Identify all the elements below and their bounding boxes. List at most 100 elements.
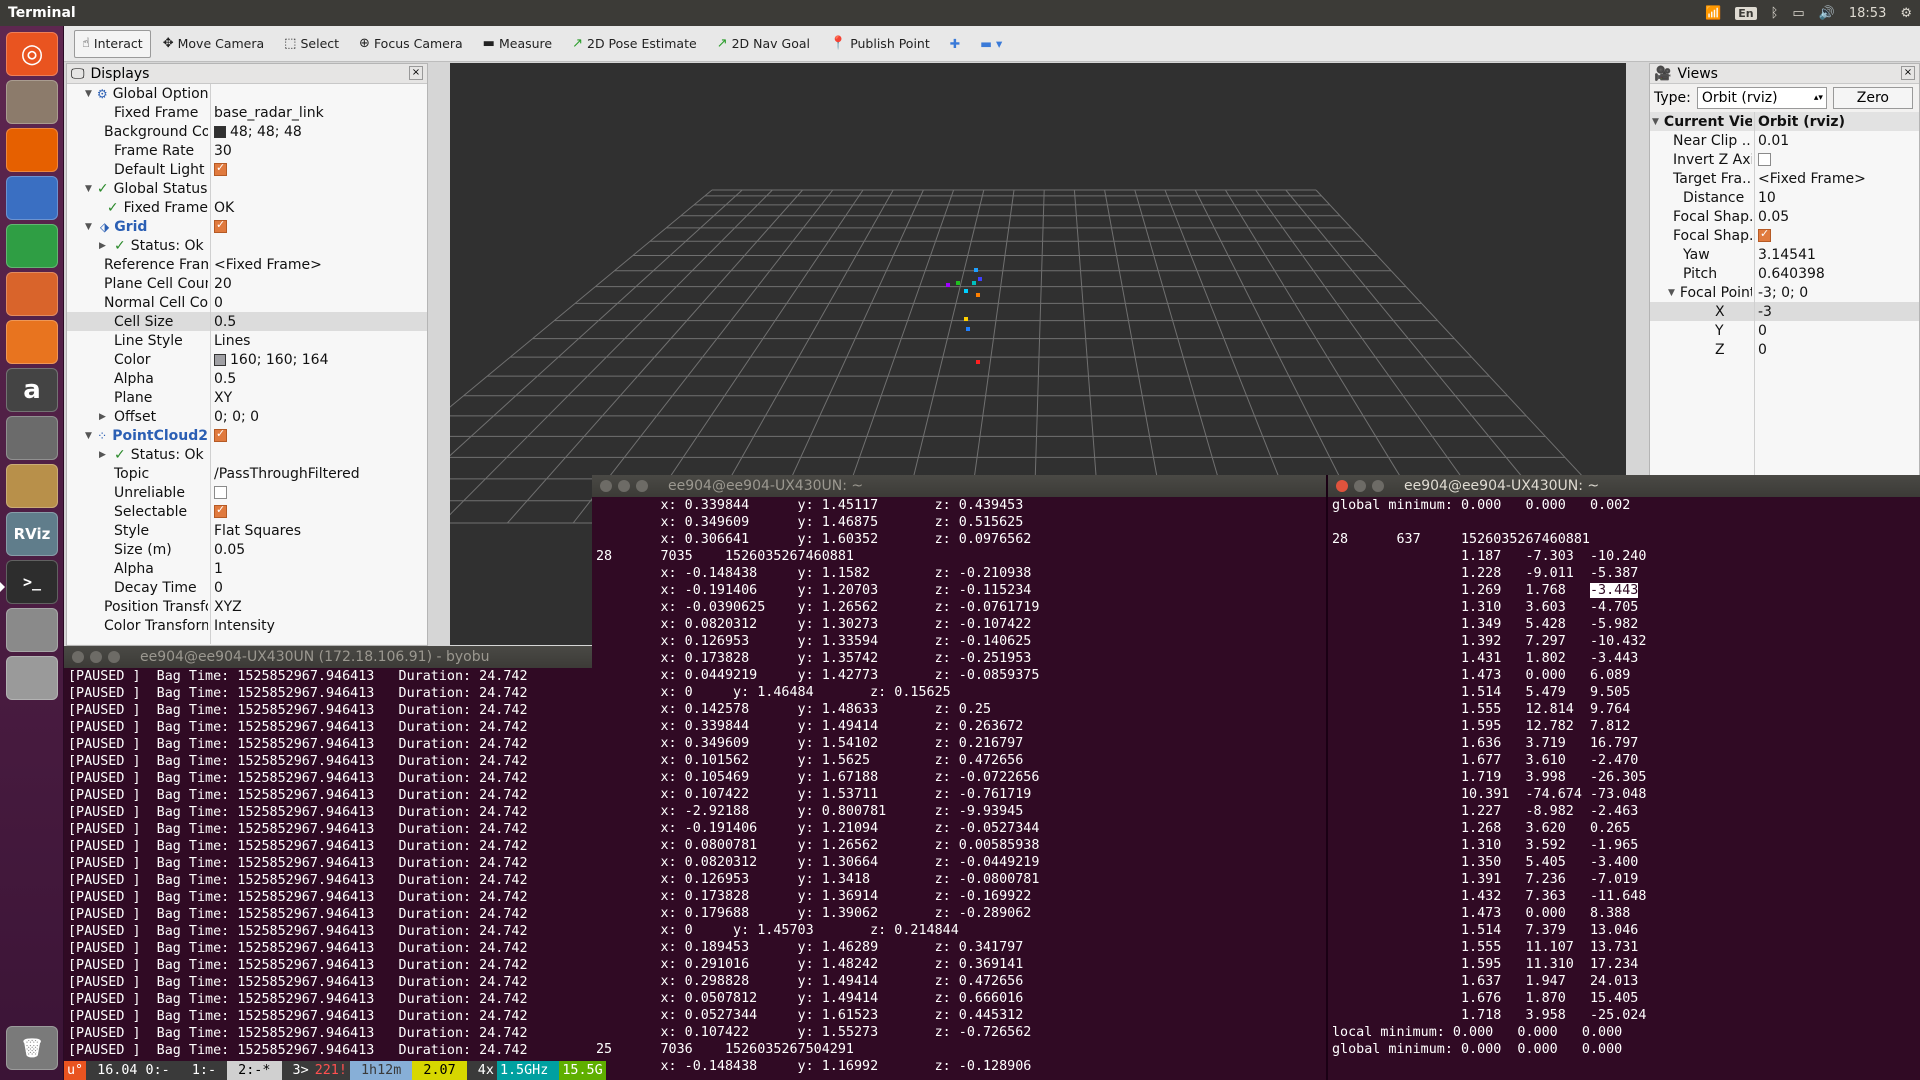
property-row[interactable]: Style Flat Squares bbox=[67, 521, 427, 540]
property-value[interactable]: 0.5 bbox=[214, 371, 425, 387]
close-icon[interactable] bbox=[72, 651, 84, 663]
property-value[interactable] bbox=[1758, 153, 1917, 166]
files-icon[interactable] bbox=[6, 80, 58, 124]
calc-icon[interactable] bbox=[6, 224, 58, 268]
property-value[interactable]: 3.14541 bbox=[1758, 247, 1917, 263]
property-value[interactable]: 20 bbox=[214, 276, 425, 292]
remove-tool-button[interactable]: ▬ ▾ bbox=[972, 30, 1010, 58]
checkbox-checked[interactable] bbox=[1758, 229, 1771, 242]
property-row[interactable]: ▶ ✓ Status: Ok bbox=[67, 236, 427, 255]
property-value[interactable]: 0 bbox=[1758, 342, 1917, 358]
property-value[interactable]: 0 bbox=[1758, 323, 1917, 339]
property-value[interactable]: 10 bbox=[1758, 190, 1917, 206]
property-row[interactable]: Focal Shap... bbox=[1650, 226, 1919, 245]
tool-2d-pose-estimate[interactable]: ↗ 2D Pose Estimate bbox=[564, 30, 705, 58]
property-row[interactable]: Color 160; 160; 164 bbox=[67, 350, 427, 369]
property-value[interactable]: -3; 0; 0 bbox=[1758, 285, 1917, 301]
property-value[interactable] bbox=[214, 505, 425, 518]
property-row[interactable]: Invert Z Axis bbox=[1650, 150, 1919, 169]
property-row[interactable]: Color Transformer Intensity bbox=[67, 616, 427, 635]
expanded-arrow-icon[interactable]: ▼ bbox=[85, 431, 92, 441]
property-value[interactable]: OK bbox=[214, 200, 425, 216]
bluetooth-icon[interactable]: ᛒ bbox=[1771, 6, 1779, 21]
property-row[interactable]: Target Fra... <Fixed Frame> bbox=[1650, 169, 1919, 188]
property-row[interactable]: X -3 bbox=[1650, 302, 1919, 321]
checkbox-checked[interactable] bbox=[214, 429, 227, 442]
property-value[interactable] bbox=[214, 220, 425, 233]
expanded-arrow-icon[interactable]: ▼ bbox=[85, 222, 95, 232]
text-editor-icon[interactable] bbox=[6, 608, 58, 652]
property-value[interactable]: 0.5 bbox=[214, 314, 425, 330]
property-row[interactable]: Default Light bbox=[67, 160, 427, 179]
minimize-icon[interactable] bbox=[90, 651, 102, 663]
tool-move-camera[interactable]: ✥ Move Camera bbox=[155, 30, 272, 58]
impress-icon[interactable] bbox=[6, 272, 58, 316]
tool-interact[interactable]: ☝ Interact bbox=[74, 29, 151, 58]
property-row[interactable]: Alpha 0.5 bbox=[67, 369, 427, 388]
property-value[interactable]: <Fixed Frame> bbox=[1758, 171, 1917, 187]
property-value[interactable]: 30 bbox=[214, 143, 425, 159]
property-row[interactable]: Distance 10 bbox=[1650, 188, 1919, 207]
terminal-icon[interactable]: >_ bbox=[0, 560, 58, 604]
property-value[interactable]: <Fixed Frame> bbox=[214, 257, 425, 273]
property-row[interactable]: Normal Cell Count 0 bbox=[67, 293, 427, 312]
battery-icon[interactable]: ▭ bbox=[1792, 6, 1804, 21]
property-value[interactable]: Flat Squares bbox=[214, 523, 425, 539]
trash-icon[interactable]: 🗑 bbox=[6, 1026, 58, 1070]
expanded-arrow-icon[interactable]: ▼ bbox=[85, 184, 92, 194]
property-row[interactable]: Background Color 48; 48; 48 bbox=[67, 122, 427, 141]
maximize-icon[interactable] bbox=[636, 480, 648, 492]
color-swatch[interactable] bbox=[214, 125, 226, 138]
right-terminal[interactable]: ee904@ee904-UX430UN: ~ global minimum: 0… bbox=[1326, 475, 1920, 1080]
checkbox-unchecked[interactable] bbox=[1758, 153, 1771, 166]
property-row[interactable]: ▼ ⚙ Global Options bbox=[67, 84, 427, 103]
property-row[interactable]: Reference Frame <Fixed Frame> bbox=[67, 255, 427, 274]
checkbox-checked[interactable] bbox=[214, 163, 227, 176]
property-value[interactable]: base_radar_link bbox=[214, 105, 425, 121]
property-value[interactable]: 0.01 bbox=[1758, 133, 1917, 149]
property-row[interactable]: ▼ Current View Orbit (rviz) bbox=[1650, 112, 1919, 131]
property-row[interactable]: ▼ ⁘ PointCloud2 bbox=[67, 426, 427, 445]
property-row[interactable]: Y0 bbox=[1650, 321, 1919, 340]
tool-2d-nav-goal[interactable]: ↗ 2D Nav Goal bbox=[709, 30, 818, 58]
property-value[interactable]: 0.05 bbox=[214, 542, 425, 558]
property-row[interactable]: Focal Shap... 0.05 bbox=[1650, 207, 1919, 226]
property-row[interactable]: Near Clip ... 0.01 bbox=[1650, 131, 1919, 150]
property-value[interactable]: XY bbox=[214, 390, 425, 406]
checkbox-unchecked[interactable] bbox=[214, 486, 227, 499]
property-row[interactable]: Plane Cell Count 20 bbox=[67, 274, 427, 293]
system-settings-icon[interactable] bbox=[6, 416, 58, 460]
color-swatch[interactable] bbox=[214, 353, 226, 366]
close-icon[interactable]: × bbox=[1901, 66, 1915, 80]
settings-gear-icon[interactable]: ⚙ bbox=[1900, 6, 1912, 21]
property-row[interactable]: Cell Size 0.5 bbox=[67, 312, 427, 331]
property-value[interactable]: 0.05 bbox=[1758, 209, 1917, 225]
close-icon[interactable]: × bbox=[409, 66, 423, 80]
tool-publish-point[interactable]: 📍 Publish Point bbox=[822, 30, 938, 58]
collapsed-arrow-icon[interactable]: ▶ bbox=[99, 412, 109, 422]
checkbox-checked[interactable] bbox=[214, 220, 227, 233]
minimize-icon[interactable] bbox=[618, 480, 630, 492]
expanded-arrow-icon[interactable]: ▼ bbox=[1652, 117, 1659, 127]
property-value[interactable]: Lines bbox=[214, 333, 425, 349]
property-value[interactable]: /PassThroughFiltered bbox=[214, 466, 425, 482]
property-row[interactable]: ▼ ✓Global Status: Ok bbox=[67, 179, 427, 198]
tool-measure[interactable]: ▬ Measure bbox=[475, 30, 560, 58]
wifi-icon[interactable]: 📶 bbox=[1705, 6, 1721, 21]
property-row[interactable]: Fixed Frame base_radar_link bbox=[67, 103, 427, 122]
property-value[interactable] bbox=[214, 429, 425, 442]
zero-button[interactable]: Zero bbox=[1832, 87, 1913, 109]
property-row[interactable]: Unreliable bbox=[67, 483, 427, 502]
column-divider[interactable] bbox=[210, 84, 211, 644]
keyboard-layout-indicator[interactable]: En bbox=[1735, 6, 1757, 20]
software-center-icon[interactable] bbox=[6, 320, 58, 364]
firefox-icon[interactable] bbox=[6, 128, 58, 172]
maximize-icon[interactable] bbox=[1372, 480, 1384, 492]
property-value[interactable]: 0 bbox=[214, 580, 425, 596]
clock[interactable]: 18:53 bbox=[1849, 6, 1886, 21]
property-row[interactable]: ▶ ✓ Status: Ok bbox=[67, 445, 427, 464]
property-row[interactable]: Size (m) 0.05 bbox=[67, 540, 427, 559]
disk-icon[interactable] bbox=[6, 656, 58, 700]
rviz-icon[interactable]: RViz bbox=[6, 512, 58, 556]
property-value[interactable]: Intensity bbox=[214, 618, 425, 634]
